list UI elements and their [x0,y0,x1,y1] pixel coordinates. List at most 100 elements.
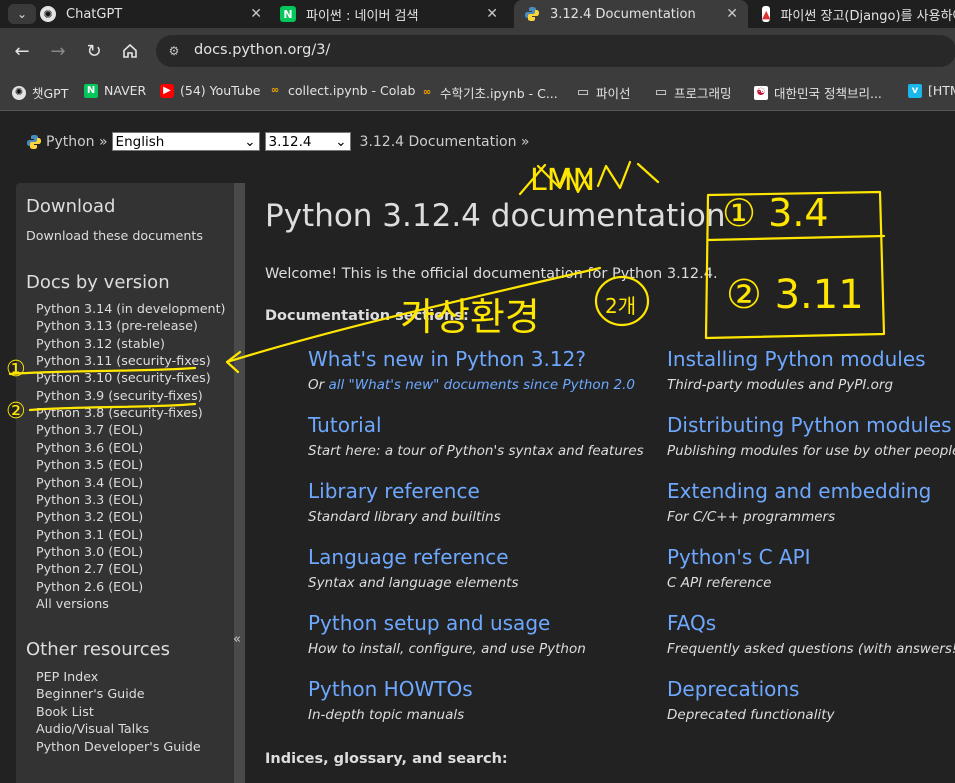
sidebar-version-link[interactable]: Python 3.10 (security-fixes) [36,370,211,385]
doc-section-link[interactable]: Extending and embedding [667,479,931,503]
forward-button[interactable]: → [46,39,70,63]
doc-section-link[interactable]: Library reference [308,479,480,503]
close-icon[interactable]: ✕ [486,6,498,22]
bookmark-youtube[interactable]: ▶ (54) YouTube [160,83,260,98]
doc-section-description: How to install, configure, and use Pytho… [308,641,586,657]
bookmark-label: [HTM [928,83,955,98]
sidebar-collapse-bar[interactable] [234,183,245,783]
sidebar-version-link[interactable]: Python 3.7 (EOL) [36,422,143,437]
tab-title: 파이썬 : 네이버 검색 [306,8,419,24]
doc-section-link[interactable]: Installing Python modules [667,347,926,371]
sidebar-resource-link[interactable]: Beginner's Guide [36,686,145,701]
naver-icon: N [280,6,296,22]
naver-icon: N [84,83,98,98]
doc-section-link[interactable]: What's new in Python 3.12? [308,347,586,371]
bookmark-label: NAVER [104,83,147,98]
sidebar-resource-link[interactable]: PEP Index [36,669,98,684]
sidebar-version-link[interactable]: Python 3.1 (EOL) [36,527,143,542]
reload-button[interactable]: ↻ [82,39,106,63]
doc-section-description: Deprecated functionality [667,707,835,723]
back-arrow-icon: ← [14,40,30,62]
tab-django-article[interactable]: ▲ 파이썬 장고(Django)를 사용하여 [762,0,955,28]
breadcrumb-current[interactable]: 3.12.4 Documentation » [360,134,530,150]
doc-section-description: For C/C++ programmers [667,509,836,525]
download-docs-link[interactable]: Download these documents [26,228,203,243]
sidebar-version-link[interactable]: Python 3.0 (EOL) [36,544,143,559]
sidebar-version-link[interactable]: Python 3.2 (EOL) [36,509,143,524]
close-icon[interactable]: ✕ [726,6,738,22]
all-whats-new-link[interactable]: all "What's new" documents since Python … [328,377,635,393]
youtube-icon: ▶ [160,83,174,98]
doc-section-link[interactable]: Tutorial [308,413,382,437]
bookmark-folder-python[interactable]: ▭ 파이선 [576,83,631,102]
sidebar-version-link[interactable]: Python 3.5 (EOL) [36,457,143,472]
sections-heading: Documentation sections: [265,308,469,324]
sidebar-version-link[interactable]: Python 2.7 (EOL) [36,561,143,576]
sidebar-resource-link[interactable]: Python Developer's Guide [36,739,201,754]
tab-title: 파이썬 장고(Django)를 사용하여 [780,8,955,24]
sidebar-version-link[interactable]: Python 3.8 (security-fixes) [36,405,203,420]
breadcrumb-python-link[interactable]: Python » [46,134,108,150]
address-bar[interactable]: ⚙ docs.python.org/3/ [156,35,955,67]
close-icon[interactable]: ✕ [250,6,262,22]
chevron-down-icon: ⌄ [335,133,347,150]
home-button[interactable] [118,39,142,63]
doc-section-description: Standard library and builtins [308,509,501,525]
sidebar-version-link[interactable]: Python 3.3 (EOL) [36,492,143,507]
tab-chatgpt[interactable]: ✺ ChatGPT ✕ [40,0,272,28]
bookmark-policy-briefing[interactable]: ☯ 대한민국 정책브리... [754,83,882,102]
doc-section-link[interactable]: FAQs [667,611,716,635]
language-select[interactable]: English ⌄ [111,132,260,151]
sidebar-heading-download: Download [26,196,116,217]
site-info-icon[interactable]: ⚙ [166,43,182,59]
sidebar-version-link[interactable]: All versions [36,596,109,611]
sidebar-collapse-button[interactable]: « [233,632,241,647]
docs-page: Python » English ⌄ 3.12.4 ⌄ 3.12.4 Documen… [0,111,955,783]
bookmark-folder-programming[interactable]: ▭ 프로그래밍 [654,83,732,102]
url-text: docs.python.org/3/ [194,42,331,58]
sidebar-version-link[interactable]: Python 3.13 (pre-release) [36,318,198,333]
language-select-value: English [115,133,165,150]
back-button[interactable]: ← [10,39,34,63]
bookmark-colab-collect[interactable]: ∞ collect.ipynb - Colab [268,83,416,98]
doc-section-link[interactable]: Deprecations [667,677,799,701]
sidebar: Download Download these documents Docs b… [16,183,245,783]
bookmark-htm[interactable]: v [HTM [908,83,955,98]
tab-naver-search[interactable]: N 파이썬 : 네이버 검색 ✕ [280,0,508,28]
sidebar-version-link[interactable]: Python 3.14 (in development) [36,301,226,316]
sidebar-version-link[interactable]: Python 2.6 (EOL) [36,579,143,594]
bookmark-label: 대한민국 정책브리... [774,86,882,101]
doc-section-link[interactable]: Distributing Python modules [667,413,952,437]
description-prefix: Or [308,377,329,393]
doc-section-description: Publishing modules for use by other peop… [667,443,955,459]
sidebar-heading-versions: Docs by version [26,272,170,293]
sidebar-version-link[interactable]: Python 3.9 (security-fixes) [36,388,203,403]
chevron-down-icon: ⌄ [16,7,28,21]
tab-search-button[interactable]: ⌄ [8,4,36,24]
version-select-value: 3.12.4 [268,133,312,150]
doc-section-link[interactable]: Python HOWTOs [308,677,473,701]
article-icon: ▲ [762,6,771,22]
welcome-text: Welcome! This is the official documentat… [265,266,718,282]
breadcrumb: Python » English ⌄ 3.12.4 ⌄ 3.12.4 Documen… [26,132,529,151]
bookmark-chatgpt[interactable]: ✺ 챗GPT [12,83,68,102]
bookmark-colab-math[interactable]: ∞ 수학기초.ipynb - C... [420,83,558,102]
sidebar-resource-link[interactable]: Audio/Visual Talks [36,721,149,736]
doc-section-link[interactable]: Language reference [308,545,509,569]
sidebar-version-link[interactable]: Python 3.12 (stable) [36,336,165,351]
doc-section-description: Syntax and language elements [308,575,519,591]
sidebar-version-link[interactable]: Python 3.11 (security-fixes) [36,353,211,368]
tab-python-docs[interactable]: 3.12.4 Documentation ✕ [514,0,748,28]
doc-section-link[interactable]: Python setup and usage [308,611,550,635]
sidebar-resource-link[interactable]: Book List [36,704,94,719]
doc-section-link[interactable]: Python's C API [667,545,811,569]
page-title: Python 3.12.4 documentation [265,198,726,234]
colab-icon: ∞ [270,85,280,96]
korea-gov-icon: ☯ [754,85,768,100]
bookmark-label: (54) YouTube [180,83,261,98]
sidebar-version-link[interactable]: Python 3.6 (EOL) [36,440,143,455]
version-select[interactable]: 3.12.4 ⌄ [264,132,351,151]
bookmark-naver[interactable]: N NAVER [84,83,146,98]
folder-icon: ▭ [654,85,668,100]
sidebar-version-link[interactable]: Python 3.4 (EOL) [36,475,143,490]
